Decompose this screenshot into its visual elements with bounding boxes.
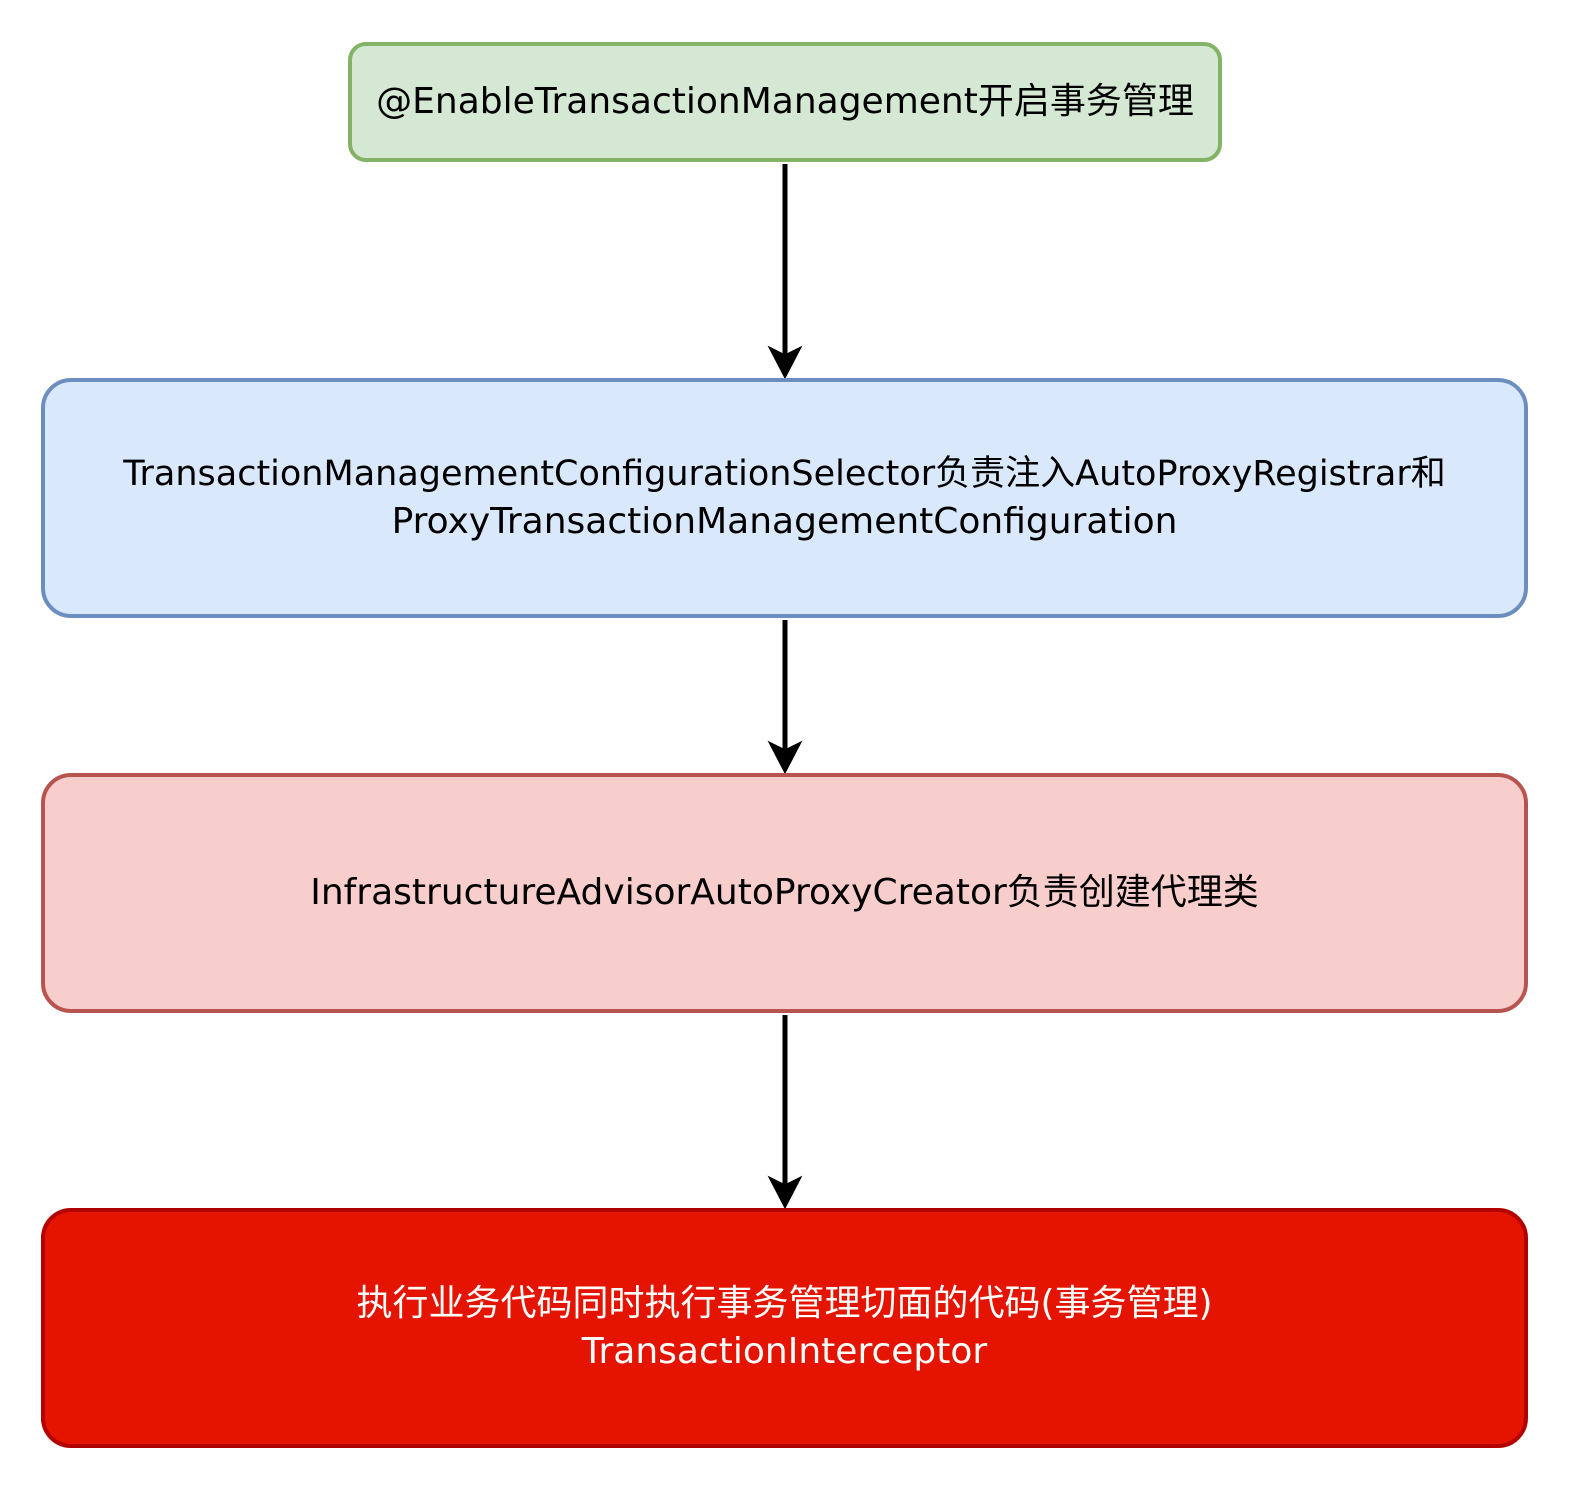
auto-proxy-creator-node: InfrastructureAdvisorAutoProxyCreator负责创…: [41, 773, 1528, 1013]
configuration-selector-node: TransactionManagementConfigurationSelect…: [41, 378, 1528, 618]
selector-node-label-line2: ProxyTransactionManagementConfiguration: [391, 501, 1178, 542]
selector-node-label-line1: TransactionManagementConfigurationSelect…: [123, 454, 1446, 494]
transaction-interceptor-node: 执行业务代码同时执行事务管理切面的代码(事务管理) TransactionInt…: [41, 1208, 1528, 1448]
creator-node-label: InfrastructureAdvisorAutoProxyCreator负责创…: [310, 872, 1259, 913]
enable-node-label: @EnableTransactionManagement开启事务管理: [376, 81, 1194, 122]
interceptor-node-label-line2: TransactionInterceptor: [581, 1331, 988, 1372]
interceptor-node-label-line1: 执行业务代码同时执行事务管理切面的代码(事务管理): [356, 1283, 1213, 1324]
enable-transaction-management-node: @EnableTransactionManagement开启事务管理: [348, 42, 1222, 162]
